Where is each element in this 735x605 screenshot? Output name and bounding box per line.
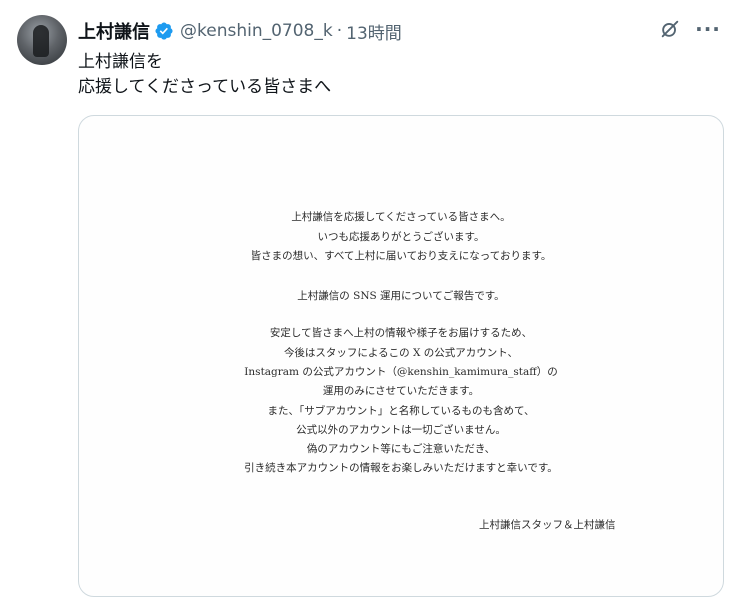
- notice-line: 今後はスタッフによるこの X の公式アカウント、: [283, 347, 519, 359]
- notice-line: いつも応援ありがとうございます。: [317, 231, 485, 243]
- author-handle[interactable]: @kenshin_0708_k: [180, 21, 333, 41]
- notice-line: 偽のアカウント等にもご注意いただき、: [306, 443, 496, 455]
- notice-line: 上村謙信の SNS 運用についてご報告です。: [297, 290, 505, 302]
- grok-icon[interactable]: [657, 16, 683, 42]
- notice-line: 上村謙信を応援してくださっている皆さまへ。: [291, 211, 511, 223]
- author-name[interactable]: 上村謙信: [78, 18, 150, 44]
- tweet-header: 上村謙信 @kenshin_0708_k · 13時間: [78, 18, 715, 44]
- tweet-text: 上村謙信を 応援してくださっている皆さまへ: [78, 50, 678, 100]
- avatar-figure: [33, 25, 49, 57]
- more-icon[interactable]: ···: [695, 16, 721, 42]
- attached-image[interactable]: 上村謙信を応援してくださっている皆さまへ。 いつも応援ありがとうございます。 皆…: [78, 115, 724, 597]
- tweet-actions-top: ···: [657, 16, 721, 42]
- notice-line: 運用のみにさせていただきます。: [322, 385, 480, 397]
- notice-line: 皆さまの想い、すべて上村に届いており支えになっております。: [250, 250, 552, 262]
- avatar[interactable]: [17, 15, 67, 65]
- notice-document: 上村謙信を応援してくださっている皆さまへ。 いつも応援ありがとうございます。 皆…: [79, 116, 723, 596]
- tweet-text-line-1: 上村謙信を: [78, 52, 163, 72]
- post-time[interactable]: 13時間: [346, 19, 402, 44]
- notice-line: また、「サブアカウント」と名称しているものも含めて、: [267, 405, 535, 417]
- separator-dot: ·: [336, 21, 343, 41]
- notice-line: 引き続き本アカウントの情報をお楽しみいただけますと幸いです。: [244, 462, 558, 474]
- notice-line: Instagram の公式アカウント（@kenshin_kamimura_sta…: [244, 366, 558, 378]
- notice-line: 公式以外のアカウントは一切ございません。: [296, 424, 506, 436]
- tweet-text-line-2: 応援してくださっている皆さまへ: [78, 77, 332, 97]
- notice-signature: 上村謙信スタッフ＆上村謙信: [479, 519, 616, 531]
- verified-badge-icon[interactable]: [154, 21, 174, 41]
- notice-line: 安定して皆さまへ上村の情報や様子をお届けするため、: [269, 327, 533, 339]
